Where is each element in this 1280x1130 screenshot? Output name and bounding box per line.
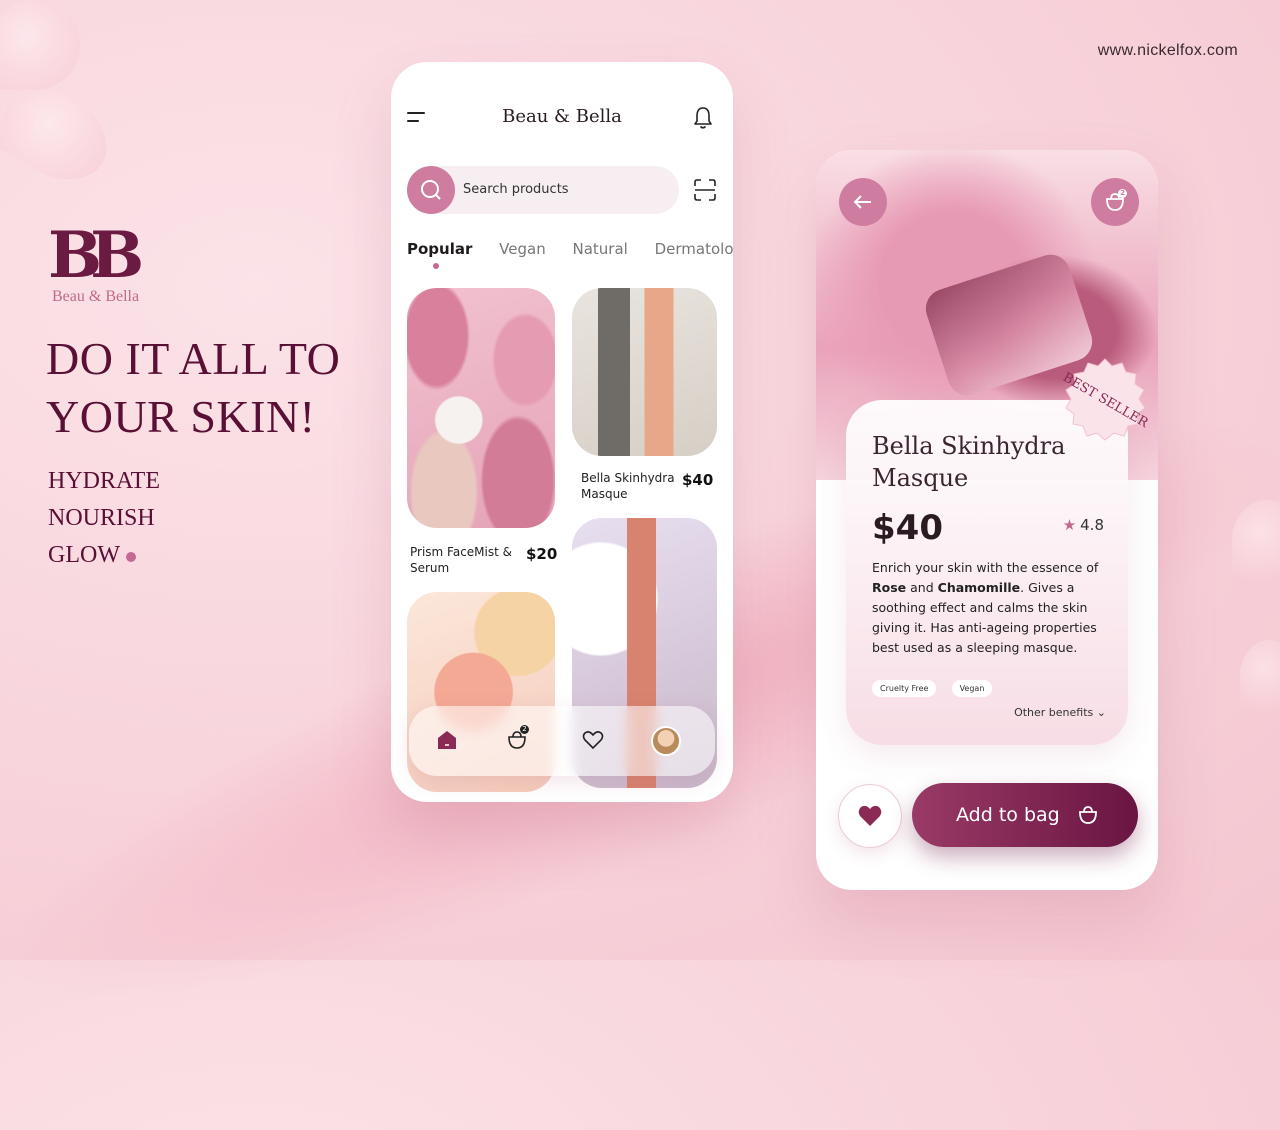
other-benefits-label: Other benefits: [1014, 706, 1094, 719]
brand-name: Beau & Bella: [52, 288, 140, 305]
product-price: $40: [682, 471, 714, 489]
hero-line-1: DO IT ALL TO: [46, 333, 341, 384]
product-title: Bella Skinhydra Masque: [872, 432, 1066, 492]
bag-count-badge: 2: [1118, 189, 1127, 198]
bag-tab[interactable]: 2: [505, 725, 529, 752]
tab-dermatologist[interactable]: Dermatologi: [655, 240, 733, 258]
scan-icon[interactable]: [693, 178, 717, 202]
add-to-bag-button[interactable]: Add to bag: [912, 783, 1138, 847]
product-description: Enrich your skin with the essence of Rose…: [872, 560, 1099, 655]
arrow-left-icon: [853, 195, 871, 209]
avatar[interactable]: [651, 726, 681, 756]
product-price: $40: [872, 508, 943, 548]
hero-line-2: YOUR SKIN!: [46, 391, 316, 442]
tag-chip[interactable]: Vegan: [951, 680, 993, 697]
tab-natural[interactable]: Natural: [573, 240, 628, 258]
tab-vegan[interactable]: Vegan: [499, 240, 546, 258]
bell-icon[interactable]: [693, 106, 713, 130]
tab-popular[interactable]: Popular: [407, 240, 472, 258]
cart-button[interactable]: 2: [1091, 178, 1139, 226]
petal-decoration: [1240, 640, 1280, 710]
product-image-lotus[interactable]: [407, 288, 555, 528]
bag-icon: [1079, 806, 1097, 824]
other-benefits-toggle[interactable]: Other benefits ⌄: [1014, 706, 1106, 719]
petal-decoration: [0, 72, 123, 198]
brand-logo: BB Beau & Bella: [48, 218, 144, 306]
search-bar[interactable]: Search products: [407, 166, 679, 214]
favorite-button[interactable]: [838, 784, 902, 848]
product-rating: ★ 4.8: [1063, 516, 1104, 534]
benefit-list: HYDRATE NOURISH GLOW: [48, 468, 160, 579]
tag-list: Cruelty Free Vegan: [872, 676, 1002, 697]
search-button[interactable]: [407, 166, 455, 214]
brand-monogram: BB: [48, 218, 144, 293]
search-icon: [421, 180, 441, 200]
hero-heading: DO IT ALL TO YOUR SKIN!: [46, 330, 340, 446]
benefit-item: GLOW: [48, 542, 160, 579]
petal-decoration: [0, 0, 80, 90]
heart-icon[interactable]: [581, 728, 605, 752]
home-screen-phone: Beau & Bella Search products Popular Veg…: [391, 62, 733, 802]
star-icon: ★: [1062, 516, 1077, 534]
best-seller-seal: BEST SELLER: [1060, 358, 1150, 441]
search-input[interactable]: Search products: [463, 182, 569, 197]
benefit-item: HYDRATE: [48, 468, 160, 494]
benefit-item-label: GLOW: [48, 542, 120, 568]
product-info-card: Bella Skinhydra Masque $40 ★ 4.8 Enrich y…: [846, 400, 1128, 745]
bag-count-badge: 2: [520, 725, 529, 734]
product-price: $20: [526, 545, 558, 563]
back-button[interactable]: [839, 178, 887, 226]
app-header: Beau & Bella: [391, 102, 733, 134]
heart-icon: [858, 805, 882, 826]
chevron-down-icon: ⌄: [1096, 706, 1106, 719]
app-title: Beau & Bella: [502, 106, 622, 127]
product-name: Prism FaceMist & Serum: [410, 545, 512, 575]
category-tabs: Popular Vegan Natural Dermatologi: [407, 240, 733, 258]
site-url: www.nickelfox.com: [1097, 42, 1238, 59]
bottom-tab-bar: 2: [409, 706, 715, 776]
benefit-item: NOURISH: [48, 505, 155, 531]
product-detail-phone: 2 Bella Skinhydra Masque $40 ★ 4.8 Enrich…: [816, 150, 1158, 890]
home-icon[interactable]: [435, 728, 459, 752]
rating-value: 4.8: [1080, 516, 1104, 534]
active-tab-indicator: [433, 263, 439, 269]
tag-chip[interactable]: Cruelty Free: [872, 680, 937, 697]
add-to-bag-label: Add to bag: [956, 804, 1060, 826]
product-name: Bella Skinhydra Masque: [581, 471, 675, 501]
product-image-bottles[interactable]: [572, 288, 717, 456]
glow-dot: [125, 552, 136, 562]
